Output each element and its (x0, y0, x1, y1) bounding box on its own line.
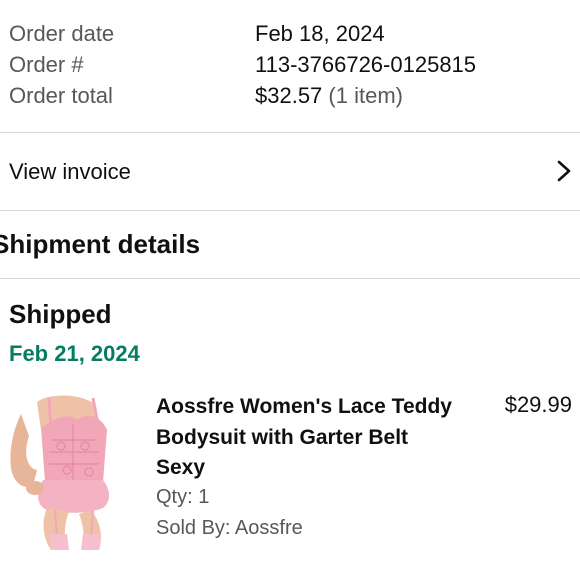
product-seller: Sold By: Aossfre (156, 517, 303, 539)
shipment-status: Shipped (9, 299, 112, 329)
shipment-date: Feb 21, 2024 (9, 341, 140, 366)
order-date-value: Feb 18, 2024 (255, 21, 385, 46)
order-total-label: Order total (9, 83, 113, 108)
order-date-row: Order date Feb 18, 2024 (9, 18, 569, 49)
divider (0, 278, 580, 279)
order-details-page: Order date Feb 18, 2024 Order # 113-3766… (0, 0, 580, 580)
order-number-row: Order # 113-3766726-0125815 (9, 49, 569, 80)
order-number-value: 113-3766726-0125815 (255, 52, 477, 77)
order-number-label: Order # (9, 52, 84, 77)
shipment-details-heading: Shipment details (0, 229, 201, 259)
order-summary: Order date Feb 18, 2024 Order # 113-3766… (9, 18, 569, 111)
order-item-count: (1 item) (328, 83, 403, 108)
product-thumbnail[interactable] (7, 390, 135, 550)
view-invoice-row[interactable]: View invoice (0, 133, 580, 210)
view-invoice-label: View invoice (9, 158, 131, 184)
chevron-right-icon (557, 160, 571, 182)
order-total-value-group: $32.57 (1 item) (255, 80, 403, 111)
divider (0, 210, 580, 211)
product-price: $29.99 (504, 392, 572, 417)
product-quantity: Qty: 1 (156, 486, 210, 508)
product-title-link[interactable]: Aossfre Women's Lace Teddy Bodysuit with… (156, 392, 456, 484)
order-date-label: Order date (9, 21, 115, 46)
order-total-row: Order total $32.57 (1 item) (9, 80, 569, 111)
order-total-value: $32.57 (255, 83, 323, 108)
